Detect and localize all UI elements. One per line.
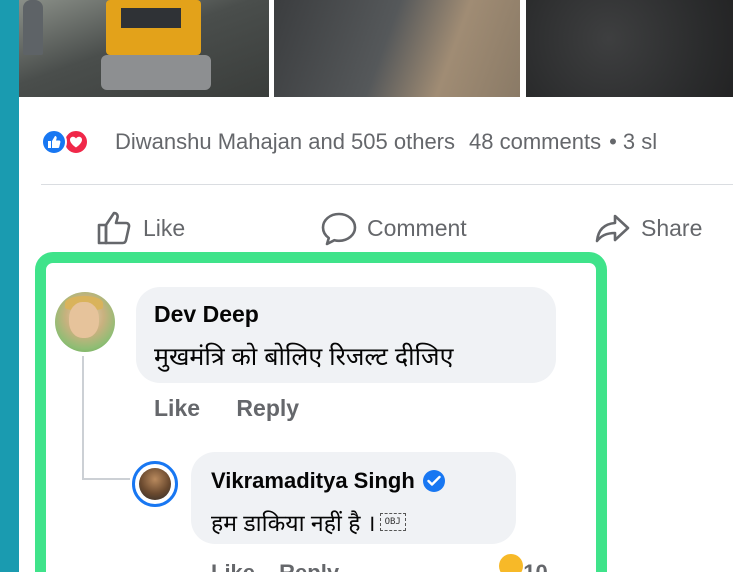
reply-like-button[interactable]: Like — [211, 560, 255, 572]
thread-line-branch — [82, 478, 130, 480]
comment-icon — [321, 212, 357, 246]
post-photo-road-roller[interactable] — [19, 0, 269, 97]
reply-avatar[interactable] — [132, 461, 178, 507]
like-button[interactable]: Like — [95, 208, 185, 248]
reactions-summary[interactable]: Diwanshu Mahajan and 505 others 48 comme… — [41, 128, 733, 156]
reply-bubble: Vikramaditya Singh हम डाकिया नहीं है । O… — [191, 452, 516, 544]
haha-reaction-icon — [499, 554, 523, 572]
share-label: Share — [641, 214, 703, 241]
like-reaction-icon — [41, 129, 67, 155]
thread-line — [82, 356, 84, 480]
comment-button[interactable]: Comment — [319, 208, 467, 248]
post-card: Diwanshu Mahajan and 505 others 48 comme… — [19, 0, 733, 572]
share-count[interactable]: • 3 sl — [609, 129, 657, 155]
share-icon — [595, 214, 630, 243]
comment-bubble: Dev Deep मुखमंत्रि को बोलिए रिजल्ट दीजिए — [136, 287, 556, 383]
reply-author-row: Vikramaditya Singh — [211, 468, 445, 494]
comment-count[interactable]: 48 comments — [469, 129, 601, 155]
comment-author[interactable]: Dev Deep — [154, 301, 259, 328]
reply-text-row: हम डाकिया नहीं है । OBJ — [211, 506, 406, 538]
avatar[interactable] — [55, 292, 115, 352]
comment-text: मुखमंत्रि को बोलिए रिजल्ट दीजिए — [154, 343, 454, 371]
reply-author[interactable]: Vikramaditya Singh — [211, 468, 415, 494]
photo-road-roller — [101, 0, 211, 92]
divider — [41, 184, 733, 185]
reply-reaction-count[interactable]: 10 — [523, 560, 547, 572]
comment-reply-button[interactable]: Reply — [236, 395, 299, 421]
post-photo-road[interactable] — [274, 0, 520, 97]
comment-label: Comment — [367, 214, 467, 241]
thumbs-up-icon — [97, 211, 131, 245]
post-actions: Like Comment Share — [19, 200, 733, 260]
reaction-names[interactable]: Diwanshu Mahajan and 505 others — [115, 129, 455, 155]
object-replacement-icon: OBJ — [379, 513, 406, 531]
reply-reply-button[interactable]: Reply — [279, 560, 339, 572]
share-button[interactable]: Share — [593, 208, 702, 248]
reply-text: हम डाकिया नहीं है । — [211, 510, 376, 536]
like-label: Like — [143, 214, 186, 241]
verified-badge-icon — [422, 470, 445, 492]
post-photos[interactable] — [19, 0, 733, 97]
reaction-icons — [41, 129, 107, 155]
post-photo-asphalt[interactable] — [526, 0, 733, 97]
comment-actions: Like Reply — [154, 395, 329, 427]
comment-like-button[interactable]: Like — [154, 395, 200, 421]
photo-person — [23, 0, 43, 55]
